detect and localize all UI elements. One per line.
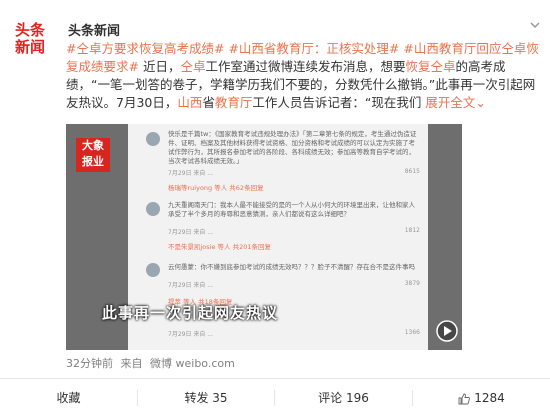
chevron-down-icon: ⌄ bbox=[475, 95, 486, 110]
comment-button[interactable]: 评论 196 bbox=[275, 381, 412, 415]
reply-count: 不是朱景凯josie 等人 共201条回复 bbox=[168, 243, 272, 251]
keyword-link[interactable]: 仝卓 bbox=[180, 59, 205, 74]
content-text: 工作人员告诉记者：“现在我们 bbox=[252, 95, 426, 110]
reply-count: 杨瑞等ruiyong 等人 共62条回复 bbox=[168, 184, 264, 192]
avatar-text-line2: 新闻 bbox=[14, 38, 45, 56]
video-caption: 此事再一次引起网友热议 bbox=[102, 304, 279, 322]
comment-text: 九天重阁南天门：我本人最不能接受的是的一个人从小何大的环境里出来，让他和家人承受… bbox=[168, 201, 415, 218]
content-text: 省 bbox=[202, 95, 215, 110]
keyword-link[interactable]: 恢复仝卓 bbox=[406, 59, 456, 74]
content-text: 工作室通过微博连续发布消息，想要 bbox=[205, 59, 406, 74]
comment-meta: 7月29日 来自 ... 8615 bbox=[168, 168, 420, 177]
like-button[interactable]: 1284 bbox=[413, 381, 550, 415]
avatar bbox=[146, 132, 160, 146]
keyword-link[interactable]: 教育厅 bbox=[215, 95, 253, 110]
video-player[interactable]: 大象 报业 快乐是千篇tw：《国家教育考试违规处理办法》「第二章第七条的规定，考… bbox=[66, 124, 462, 350]
repost-button[interactable]: 转发 35 bbox=[138, 381, 274, 415]
comment-meta: 7月29日 来自 ... 1812 bbox=[168, 227, 420, 236]
favorite-button[interactable]: 收藏 bbox=[0, 381, 137, 415]
post-time[interactable]: 32分钟前 bbox=[66, 357, 113, 370]
post-content: #仝卓方要求恢复高考成绩# #山西省教育厅：正核实处理# #山西教育厅回应仝卓恢… bbox=[66, 40, 540, 112]
avatar-text-line1: 头条 bbox=[14, 21, 45, 39]
keyword-link[interactable]: 山西 bbox=[177, 95, 202, 110]
expand-full-text-link[interactable]: 展开全文⌄ bbox=[425, 95, 486, 110]
divider bbox=[0, 378, 550, 379]
comment-meta: 7月29日 来自 ... 3879 bbox=[168, 280, 420, 289]
hashtag-link[interactable]: #仝卓方要求恢复高考成绩# bbox=[66, 41, 224, 56]
avatar bbox=[146, 263, 160, 277]
hashtag-link[interactable]: #山西省教育厅：正核实处理# bbox=[228, 41, 399, 56]
comment-text: 云何愚蒙：你不嫌到底参加考试的成绩无效吗？？？脸子不清醒？存在合不是这件事吗 bbox=[168, 263, 415, 271]
weibo-post-card: 头条 新闻 头条新闻 #仝卓方要求恢复高考成绩# #山西省教育厅：正核实处理# … bbox=[0, 0, 550, 415]
content-text: 近日， bbox=[142, 59, 181, 74]
action-bar: 收藏 转发 35 评论 196 1284 bbox=[0, 381, 550, 415]
comment-text: 快乐是千篇tw：《国家教育考试违规处理办法》「第二章第七条的规定，考生通过伪造证… bbox=[168, 130, 417, 165]
content-text: “一笔一划答的卷子，学籍学历我们不要的，分数凭什么撤销。” bbox=[91, 77, 436, 92]
play-icon[interactable] bbox=[436, 320, 458, 342]
thumbs-up-icon bbox=[458, 393, 471, 404]
author-name[interactable]: 头条新闻 bbox=[68, 20, 120, 39]
avatar[interactable]: 头条 新闻 bbox=[12, 22, 48, 58]
source-prefix: 来自 bbox=[120, 357, 143, 370]
comment-meta: 7月29日 来自 ... 1366 bbox=[168, 329, 420, 338]
post-meta: 32分钟前 来自 微博 weibo.com bbox=[66, 355, 235, 371]
chevron-down-icon[interactable] bbox=[528, 18, 542, 32]
news-logo: 大象 报业 bbox=[76, 138, 110, 172]
source-link[interactable]: 微博 weibo.com bbox=[150, 357, 235, 370]
avatar bbox=[146, 202, 160, 216]
